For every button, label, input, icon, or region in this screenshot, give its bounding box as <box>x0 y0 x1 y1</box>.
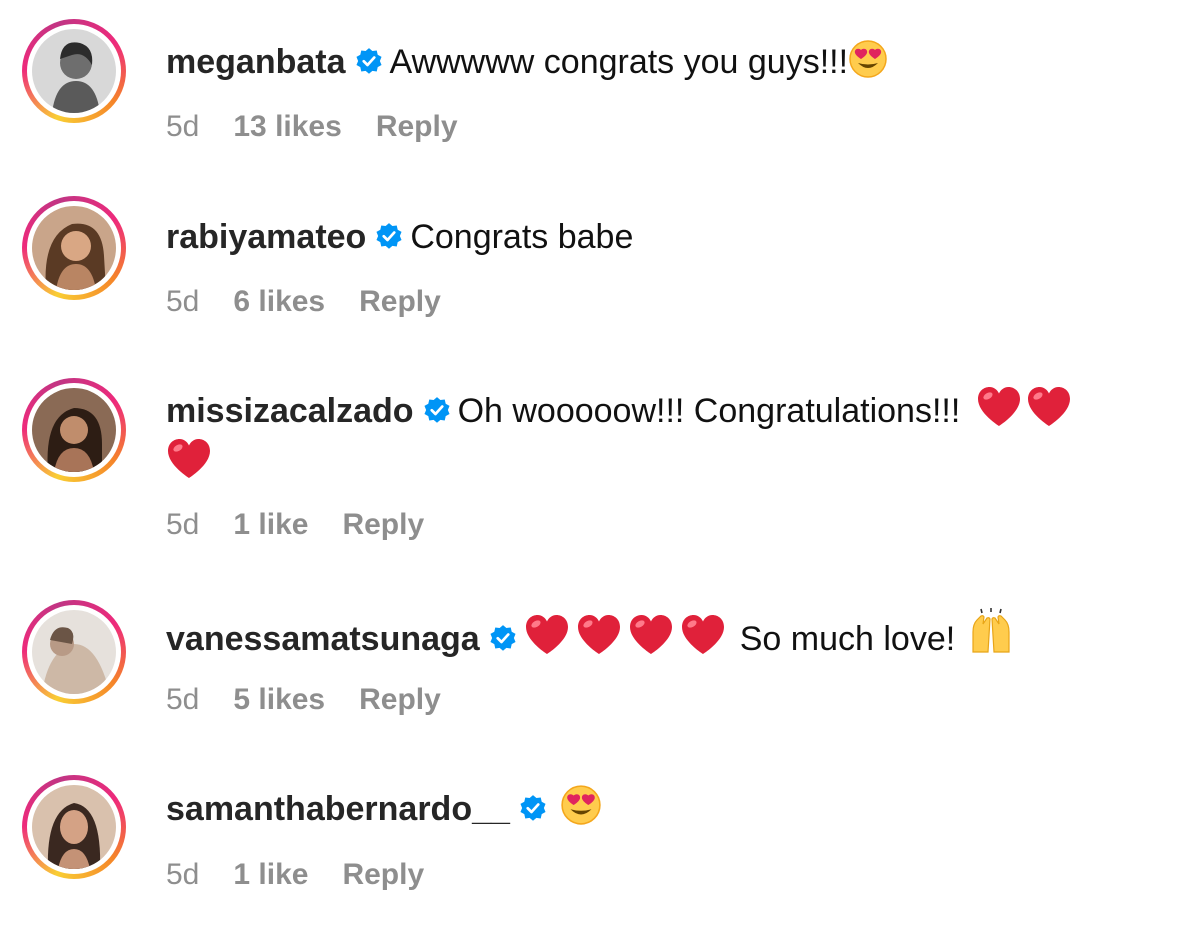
verified-badge-icon <box>520 795 546 821</box>
comment-text: Awwwww congrats you guys!!! <box>389 43 849 81</box>
username[interactable]: vanessamatsunaga <box>166 620 480 658</box>
reply-button[interactable]: Reply <box>359 683 441 716</box>
red-heart-emoji-icon <box>681 615 724 654</box>
red-heart-emoji-icon <box>577 615 620 654</box>
reply-button[interactable]: Reply <box>342 858 424 891</box>
comment-time: 5d <box>166 683 200 716</box>
likes-count[interactable]: 1 like <box>233 508 308 541</box>
comment-text: So much love! <box>739 620 956 658</box>
comment-time: 5d <box>166 110 200 143</box>
likes-count[interactable]: 6 likes <box>233 285 325 318</box>
red-heart-emoji-icon <box>629 615 672 654</box>
heart-eyes-emoji-icon <box>561 785 601 825</box>
username[interactable]: meganbata <box>166 43 346 81</box>
verified-badge-icon <box>355 48 382 74</box>
reply-button[interactable]: Reply <box>359 285 441 318</box>
comment-text: Congrats babe <box>410 218 634 256</box>
likes-count[interactable]: 13 likes <box>233 110 341 143</box>
red-heart-emoji-icon <box>168 439 210 478</box>
red-heart-emoji-icon <box>1027 387 1070 426</box>
reply-button[interactable]: Reply <box>342 508 424 541</box>
verified-badge-icon <box>424 397 450 423</box>
avatar[interactable] <box>22 196 126 300</box>
comment-text: Oh wooooow!!! Congratulations!!! <box>457 392 961 430</box>
comment-time: 5d <box>166 858 200 891</box>
red-heart-emoji-icon <box>525 615 568 654</box>
raising-hands-emoji-icon <box>972 608 1010 653</box>
verified-badge-icon <box>490 625 516 651</box>
comment-time: 5d <box>166 508 200 541</box>
avatar[interactable] <box>22 378 126 482</box>
username[interactable]: samanthabernardo__ <box>166 790 510 828</box>
username[interactable]: rabiyamateo <box>166 218 366 256</box>
verified-badge-icon <box>376 223 402 249</box>
likes-count[interactable]: 1 like <box>233 858 308 891</box>
avatar[interactable] <box>22 600 126 704</box>
username[interactable]: missizacalzado <box>166 392 414 430</box>
avatar[interactable] <box>22 19 126 123</box>
heart-eyes-emoji-icon <box>849 40 887 78</box>
comment-time: 5d <box>166 285 200 318</box>
likes-count[interactable]: 5 likes <box>233 683 325 716</box>
red-heart-emoji-icon <box>977 387 1020 426</box>
avatar[interactable] <box>22 775 126 879</box>
reply-button[interactable]: Reply <box>376 110 458 143</box>
